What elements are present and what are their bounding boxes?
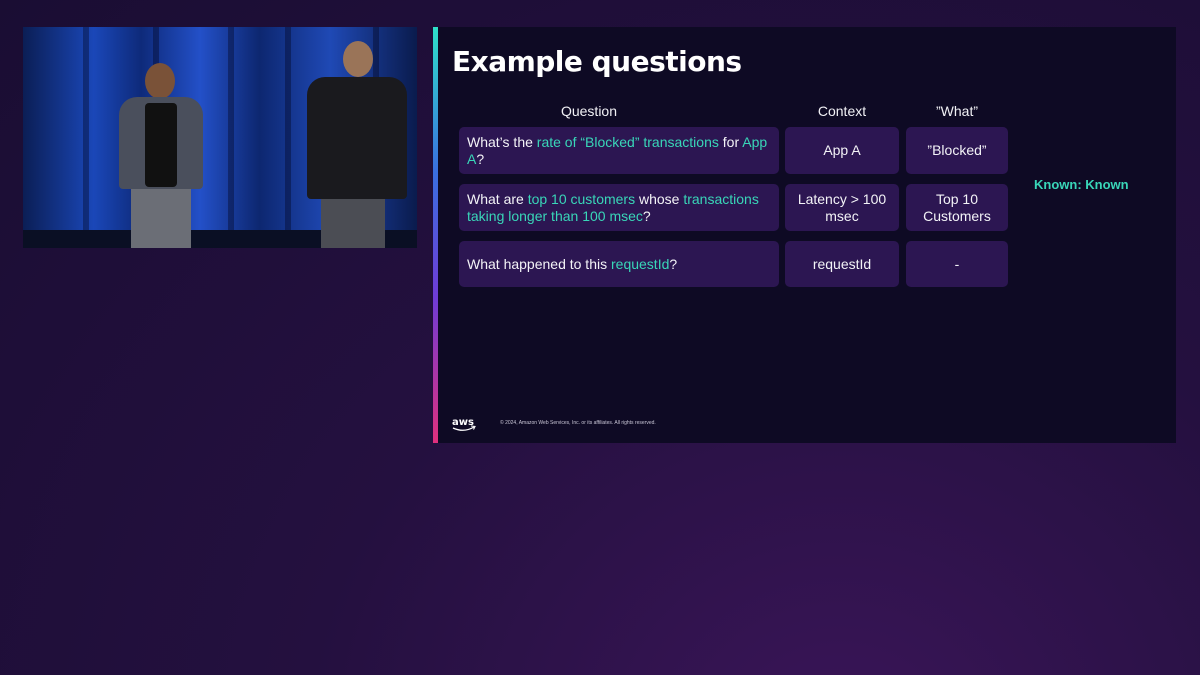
question-segment: whose — [635, 190, 684, 207]
what-cell-1: ”Blocked” — [906, 127, 1008, 174]
what-cell-2: Top 10 Customers — [906, 184, 1008, 231]
context-cell-1: App A — [785, 127, 899, 174]
question-segment: ? — [476, 150, 485, 167]
question-text-3: What happened to this requestId? — [467, 256, 677, 273]
question-cell-2: What are top 10 customers whose transact… — [459, 184, 779, 231]
question-segment: What’s the — [467, 133, 537, 150]
question-highlight: top 10 customers — [527, 190, 636, 207]
what-cell-3: - — [906, 241, 1008, 287]
header-question: Question — [560, 103, 618, 119]
question-segment: What happened to this — [467, 255, 611, 272]
context-cell-3: requestId — [785, 241, 899, 287]
copyright-text: © 2024, Amazon Web Services, Inc. or its… — [500, 420, 656, 426]
question-segment: ? — [669, 255, 678, 272]
question-cell-3: What happened to this requestId? — [459, 241, 779, 287]
header-context: Context — [817, 103, 867, 119]
slide-title: Example questions — [452, 45, 742, 78]
aws-logo-text: aws — [452, 417, 474, 428]
question-segment: What are — [467, 190, 528, 207]
question-text-2: What are top 10 customers whose transact… — [467, 191, 771, 225]
known-known-label: Known: Known — [1034, 177, 1129, 192]
presenter-right — [303, 41, 415, 248]
question-highlight: requestId — [611, 255, 670, 272]
question-segment: for — [718, 133, 743, 150]
slide-accent-bar — [433, 27, 438, 443]
question-highlight: rate of “Blocked” transactions — [536, 133, 719, 150]
aws-logo-icon: aws — [452, 417, 476, 431]
question-cell-1: What’s the rate of “Blocked” transaction… — [459, 127, 779, 174]
presenter-left — [111, 63, 211, 248]
question-text-1: What’s the rate of “Blocked” transaction… — [467, 134, 771, 168]
presentation-slide: Example questions Question Context ”What… — [433, 27, 1176, 443]
context-cell-2: Latency > 100 msec — [785, 184, 899, 231]
speaker-video-feed — [23, 27, 417, 248]
header-what: ”What” — [936, 103, 978, 119]
question-segment: ? — [642, 207, 651, 224]
